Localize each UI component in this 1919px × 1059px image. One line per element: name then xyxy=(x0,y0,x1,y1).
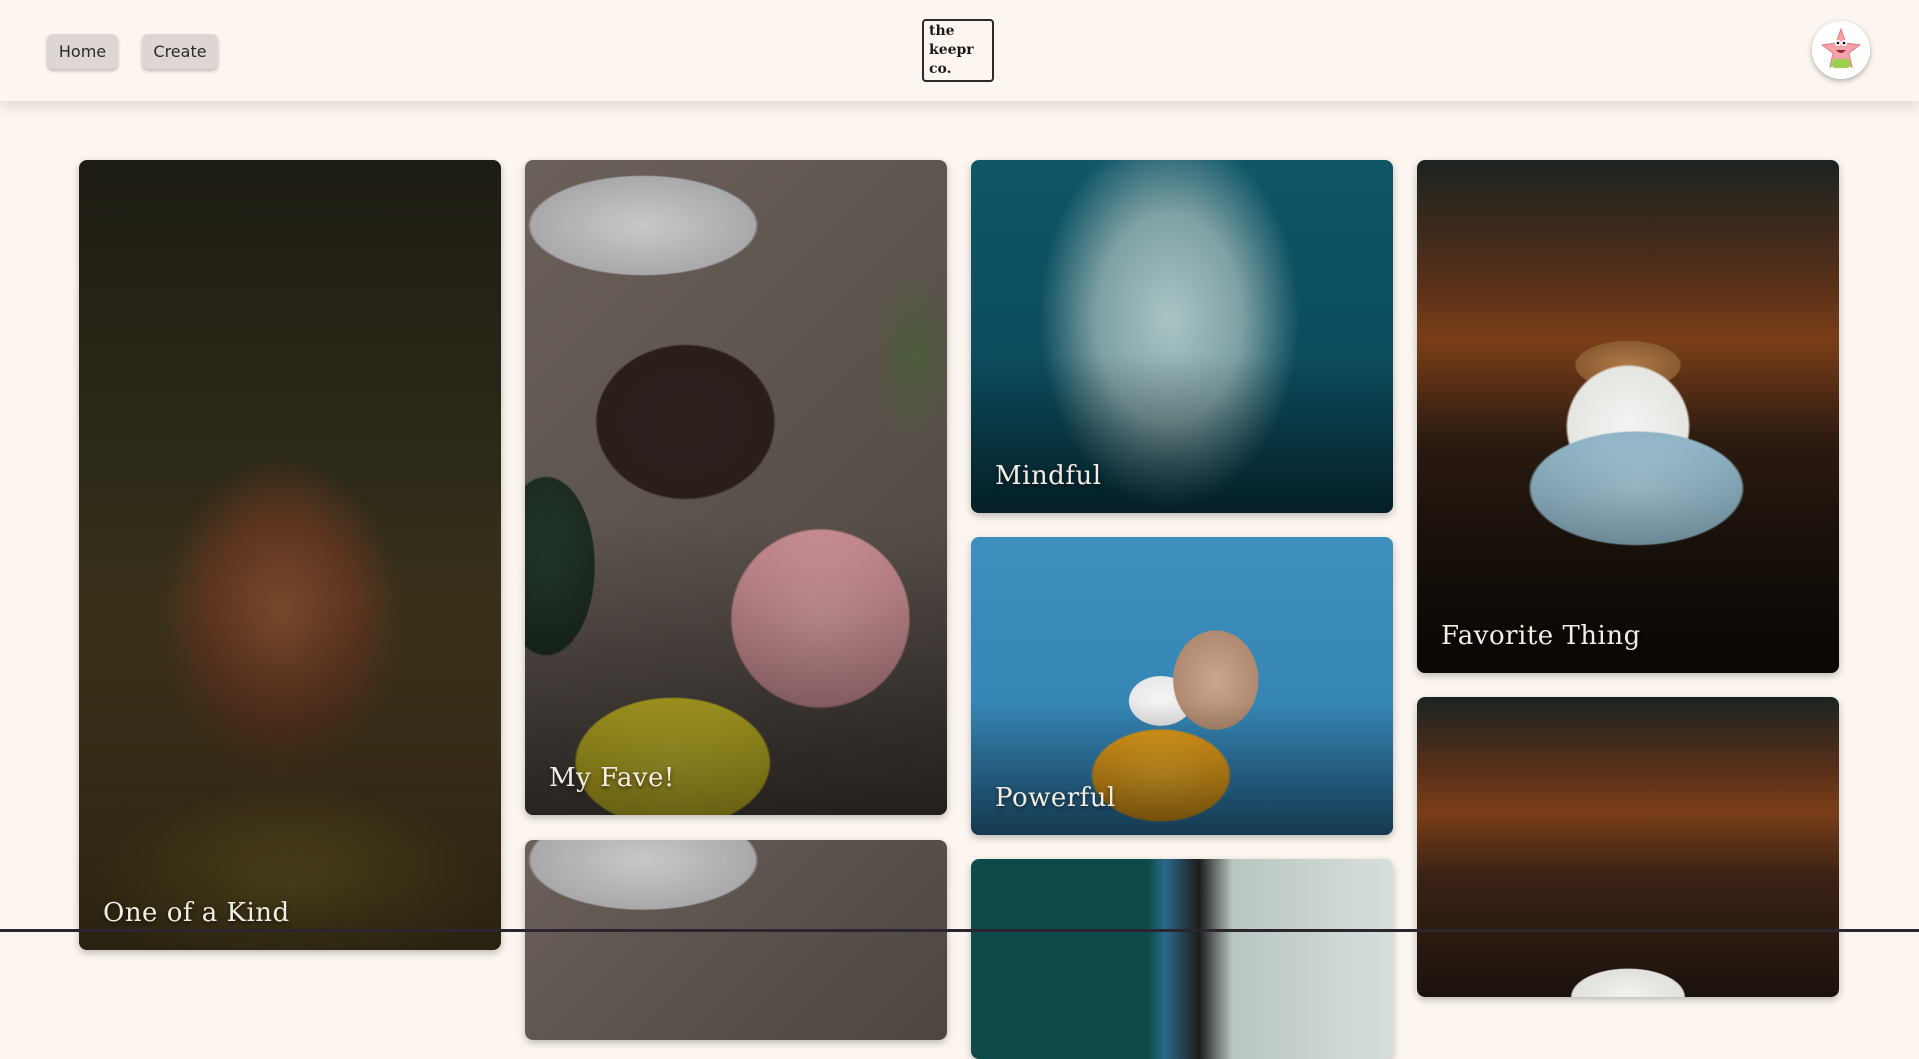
keep-card-my-fave[interactable]: My Fave! xyxy=(525,160,947,815)
card-title: My Fave! xyxy=(549,763,675,793)
keep-card-beanies-2[interactable] xyxy=(525,840,947,1040)
create-button[interactable]: Create xyxy=(142,34,218,69)
card-title: Powerful xyxy=(995,783,1116,813)
keep-card-powerful[interactable]: Powerful xyxy=(971,537,1393,835)
keep-card-plant[interactable] xyxy=(971,859,1393,1059)
keep-card-mindful[interactable]: Mindful xyxy=(971,160,1393,513)
keep-card-one-of-a-kind[interactable]: One of a Kind xyxy=(79,160,501,950)
beanies-image xyxy=(525,840,947,1040)
user-avatar[interactable] xyxy=(1812,21,1870,79)
keep-card-coffee-2[interactable] xyxy=(1417,697,1839,997)
plant-window-image xyxy=(971,859,1393,1059)
card-shade xyxy=(971,700,1393,835)
home-button[interactable]: Home xyxy=(47,34,118,69)
coffee-cup-image xyxy=(1417,697,1839,997)
card-shade xyxy=(79,594,501,950)
card-title: Mindful xyxy=(995,461,1102,491)
logo-line-3: co. xyxy=(929,61,952,77)
card-title: One of a Kind xyxy=(103,898,290,928)
patrick-star-avatar-icon xyxy=(1812,21,1870,79)
card-title: Favorite Thing xyxy=(1441,621,1641,651)
brand-logo[interactable]: the keepr co. xyxy=(922,19,994,82)
keep-card-favorite-thing[interactable]: Favorite Thing xyxy=(1417,160,1839,673)
logo-line-1: the xyxy=(929,23,955,39)
top-navbar: Home Create the keepr co. xyxy=(0,0,1919,101)
logo-line-2: keepr xyxy=(929,42,974,58)
